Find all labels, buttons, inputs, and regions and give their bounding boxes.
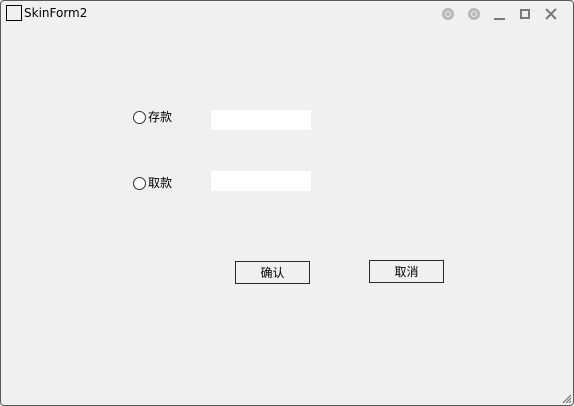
minimize-icon [493,17,505,20]
confirm-button[interactable]: 确认 [235,261,310,284]
minimize-button[interactable] [491,6,507,22]
deposit-amount-input[interactable] [211,110,311,130]
app-window: SkinForm2 存款 取款 确认 取消 [0,0,574,406]
maximize-icon [520,9,530,19]
radio-circle-icon [133,110,146,124]
skin-button-1[interactable] [440,6,456,22]
deposit-radio-label: 存款 [148,110,173,124]
close-button[interactable] [543,6,559,22]
close-icon [545,8,557,20]
resize-grip-icon[interactable] [562,394,572,404]
ring-icon [442,8,454,20]
window-title: SkinForm2 [24,6,88,20]
radio-circle-icon [133,176,146,190]
ring-icon [468,8,480,20]
window-icon [6,5,22,21]
withdraw-amount-input[interactable] [211,171,311,191]
skin-button-2[interactable] [466,6,482,22]
withdraw-radio[interactable]: 取款 [133,175,172,191]
withdraw-radio-label: 取款 [148,176,173,190]
maximize-button[interactable] [517,6,533,22]
cancel-button[interactable]: 取消 [369,260,444,283]
deposit-radio[interactable]: 存款 [133,109,172,125]
